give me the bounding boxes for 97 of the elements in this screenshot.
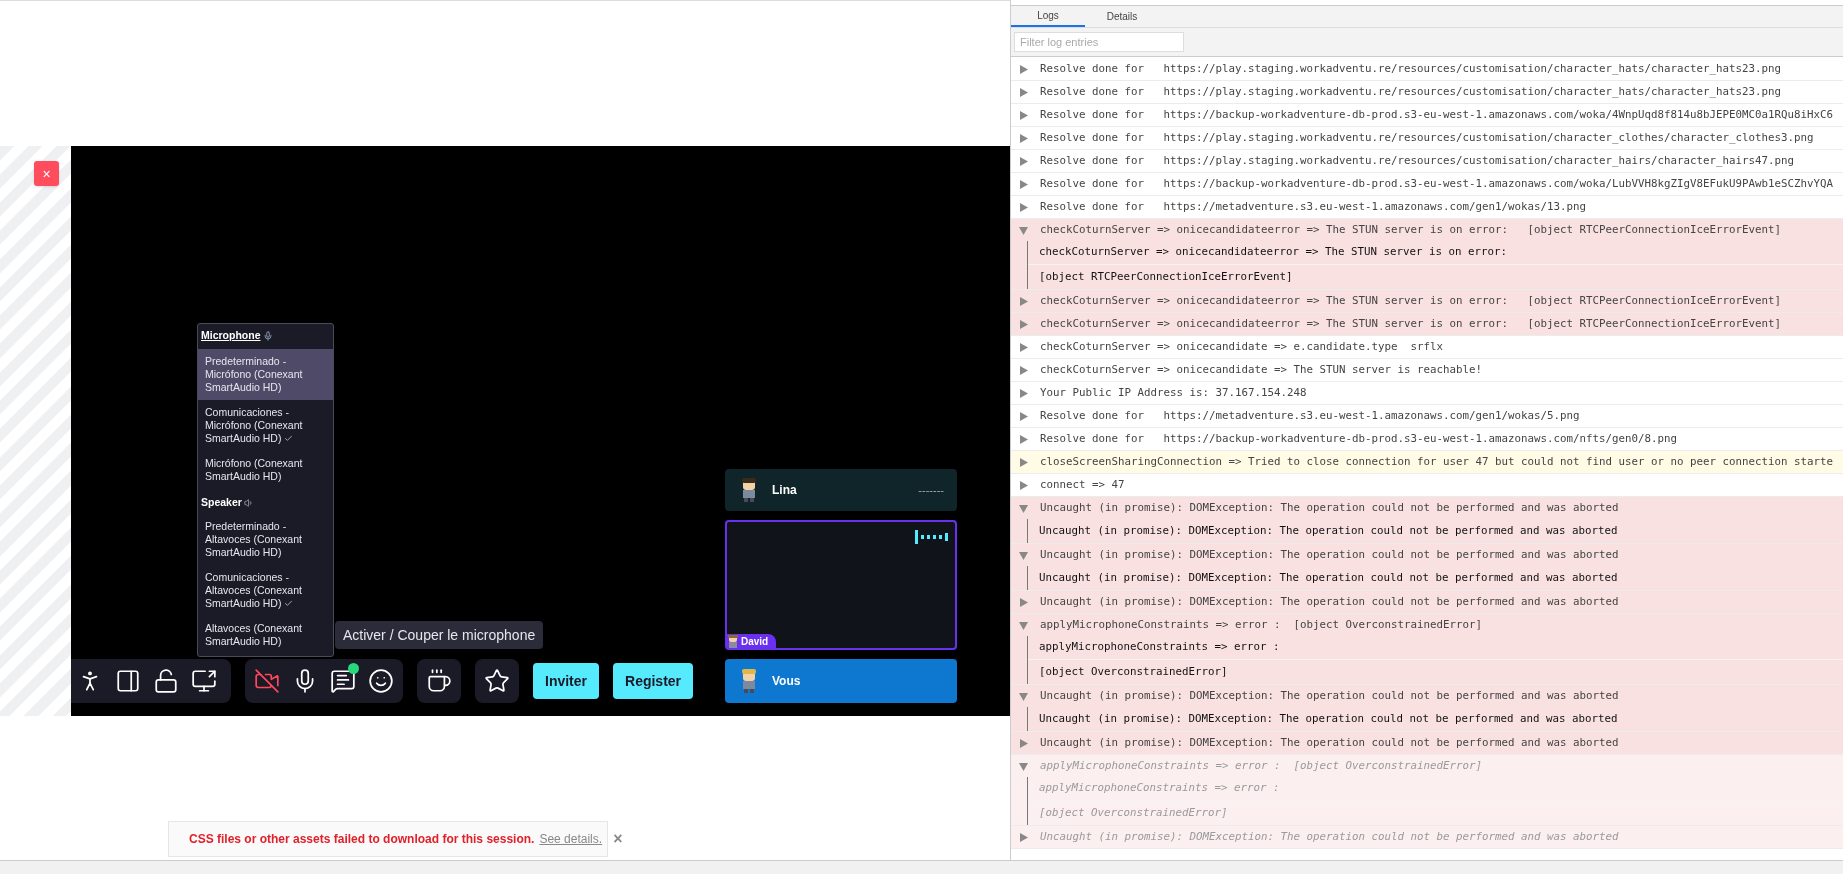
self-name: Vous bbox=[772, 673, 801, 690]
collapsed-arrow-icon[interactable] bbox=[1019, 434, 1028, 444]
log-detail: Uncaught (in promise): DOMException: The operation could not be performed and was aborted bbox=[1039, 522, 1618, 539]
device-option[interactable]: Micrófono (Conexant SmartAudio HD) bbox=[198, 450, 333, 489]
check-icon bbox=[284, 434, 294, 444]
log-message: checkCoturnServer => onicecandidateerror => The STUN server is on error: [object RTCPeerConnectionIceErrorEvent] bbox=[1040, 292, 1782, 309]
collapsed-arrow-icon[interactable] bbox=[1019, 179, 1028, 189]
log-detail: [object OverconstrainedError] bbox=[1039, 663, 1228, 680]
expanded-arrow-icon[interactable] bbox=[1019, 620, 1028, 630]
log-message: connect => 47 bbox=[1040, 476, 1125, 493]
log-detail: [object OverconstrainedError] bbox=[1039, 804, 1228, 821]
log-message: Resolve done for https://play.staging.workadventu.re/resources/customisation/character_hats/character_hats23.png bbox=[1040, 60, 1782, 77]
chat-icon bbox=[330, 668, 356, 694]
log-message: Resolve done for https://play.staging.workadventu.re/resources/customisation/character_hairs/character_hairs47.png bbox=[1040, 152, 1795, 169]
smiley-icon bbox=[368, 668, 394, 694]
log-message: closeScreenSharingConnection => Tried to close connection for user 47 but could not find user or no peer connection starte bbox=[1040, 453, 1834, 470]
log-message: Uncaught (in promise): DOMException: The operation could not be performed and was aborted bbox=[1040, 546, 1619, 563]
log-message: Uncaught (in promise): DOMException: The operation could not be performed and was aborted bbox=[1040, 734, 1619, 751]
log-message: checkCoturnServer => onicecandidateerror => The STUN server is on error: [object RTCPeerConnectionIceErrorEvent] bbox=[1040, 315, 1782, 332]
log-detail: Uncaught (in promise): DOMException: The operation could not be performed and was aborted bbox=[1039, 710, 1618, 727]
collapsed-arrow-icon[interactable] bbox=[1019, 133, 1028, 143]
self-tile[interactable]: Vous bbox=[725, 659, 957, 703]
device-option[interactable]: Predeterminado - Altavoces (Conexant SmartAudio HD) bbox=[198, 513, 333, 565]
log-message: Resolve done for https://backup-workadventure-db-prod.s3-eu-west-1.amazonaws.com/woka/4WnpUqd8f814u8bJEPE0MC0a1RQu8iHxC6 bbox=[1040, 106, 1834, 123]
check-icon bbox=[284, 599, 294, 609]
log-message: Resolve done for https://play.staging.workadventu.re/resources/customisation/character_hats/character_hats23.png bbox=[1040, 83, 1782, 100]
collapsed-arrow-icon[interactable] bbox=[1019, 738, 1028, 748]
collapsed-arrow-icon[interactable] bbox=[1019, 156, 1028, 166]
menu-heading: Microphone bbox=[201, 328, 261, 343]
collapsed-arrow-icon[interactable] bbox=[1019, 342, 1028, 352]
participant-tile[interactable]: Lina ------- bbox=[725, 469, 957, 511]
device-option[interactable]: Comunicaciones - Micrófono (Conexant SmartAudio HD) bbox=[198, 399, 333, 451]
log-detail: applyMicrophoneConstraints => error : bbox=[1039, 639, 1280, 656]
log-message: Resolve done for https://play.staging.workadventu.re/resources/customisation/character_clothes/character_clothes3.png bbox=[1040, 129, 1814, 146]
panel-tab[interactable]: Logs bbox=[1011, 6, 1085, 27]
expanded-arrow-icon[interactable] bbox=[1019, 225, 1028, 235]
device-option[interactable]: Altavoces (Conexant SmartAudio HD) bbox=[198, 615, 333, 654]
device-option[interactable]: Predeterminado - Micrófono (Conexant SmartAudio HD) bbox=[198, 348, 333, 400]
expanded-arrow-icon[interactable] bbox=[1019, 691, 1028, 701]
avatar-icon bbox=[727, 634, 739, 648]
see-details-link[interactable]: See details. bbox=[539, 830, 603, 848]
log-message: checkCoturnServer => onicecandidate => The STUN server is reachable! bbox=[1040, 361, 1483, 378]
log-message: checkCoturnServer => onicecandidateerror => The STUN server is on error: [object RTCPeerConnectionIceErrorEvent] bbox=[1040, 221, 1782, 238]
collapsed-arrow-icon[interactable] bbox=[1019, 388, 1028, 398]
log-message: applyMicrophoneConstraints => error : [object OverconstrainedError] bbox=[1040, 616, 1483, 633]
collapsed-arrow-icon[interactable] bbox=[1019, 296, 1028, 306]
dismiss-button[interactable]: × bbox=[613, 831, 623, 847]
unlock-icon bbox=[153, 668, 179, 694]
layout-icon bbox=[115, 668, 141, 694]
microphone-icon bbox=[262, 330, 273, 341]
collapsed-arrow-icon[interactable] bbox=[1019, 365, 1028, 375]
log-detail: [object RTCPeerConnectionIceErrorEvent] bbox=[1039, 268, 1293, 285]
tooltip: Activer / Couper le microphone bbox=[335, 621, 544, 649]
collapsed-arrow-icon[interactable] bbox=[1019, 319, 1028, 329]
star-icon bbox=[484, 668, 510, 694]
collapsed-arrow-icon[interactable] bbox=[1019, 202, 1028, 212]
collapsed-arrow-icon[interactable] bbox=[1019, 64, 1028, 74]
participant-name: Lina bbox=[772, 482, 797, 499]
collapsed-arrow-icon[interactable] bbox=[1019, 110, 1028, 120]
action-button[interactable]: Inviter bbox=[533, 663, 599, 699]
log-message: Resolve done for https://backup-workadventure-db-prod.s3-eu-west-1.amazonaws.com/woka/LubVVH8kgZIgV8EFukU9PAwb1eSCZhvYQA bbox=[1040, 175, 1834, 192]
action-button[interactable]: Register bbox=[613, 663, 694, 699]
camera-off-icon bbox=[254, 668, 280, 694]
collapsed-arrow-icon[interactable] bbox=[1019, 411, 1028, 421]
log-detail: Uncaught (in promise): DOMException: The operation could not be performed and was aborted bbox=[1039, 569, 1618, 586]
participant-status: ------- bbox=[918, 482, 944, 498]
warning-message: CSS files or other assets failed to download for this session. bbox=[189, 831, 535, 848]
filter-field[interactable]: Filter log entries bbox=[1014, 32, 1184, 52]
log-message: Uncaught (in promise): DOMException: The operation could not be performed and was aborted bbox=[1040, 499, 1619, 516]
speaker-icon bbox=[243, 497, 254, 508]
collapsed-arrow-icon[interactable] bbox=[1019, 87, 1028, 97]
panel-tab[interactable]: Details bbox=[1085, 6, 1159, 27]
log-message: Resolve done for https://metadventure.s3.eu-west-1.amazonaws.com/gen1/wokas/13.png bbox=[1040, 198, 1587, 215]
screen-share-icon bbox=[191, 668, 217, 694]
log-message: Uncaught (in promise): DOMException: The operation could not be performed and was aborted bbox=[1040, 828, 1619, 845]
log-message: Resolve done for https://metadventure.s3.eu-west-1.amazonaws.com/gen1/wokas/5.png bbox=[1040, 407, 1580, 424]
collapsed-arrow-icon[interactable] bbox=[1019, 457, 1028, 467]
collapsed-arrow-icon[interactable] bbox=[1019, 832, 1028, 842]
log-detail: checkCoturnServer => onicecandidateerror => The STUN server is on error: bbox=[1039, 244, 1508, 261]
log-detail: applyMicrophoneConstraints => error : bbox=[1039, 780, 1280, 797]
video-tile[interactable]: David bbox=[725, 520, 957, 650]
expanded-arrow-icon[interactable] bbox=[1019, 550, 1028, 560]
log-message: applyMicrophoneConstraints => error : [object OverconstrainedError] bbox=[1040, 757, 1483, 774]
device-option[interactable]: Comunicaciones - Altavoces (Conexant SmartAudio HD) bbox=[198, 564, 333, 616]
menu-heading: Speaker bbox=[201, 494, 242, 510]
sound-level-icon bbox=[915, 530, 949, 544]
collapsed-arrow-icon[interactable] bbox=[1019, 597, 1028, 607]
expanded-arrow-icon[interactable] bbox=[1019, 761, 1028, 771]
log-message: Resolve done for https://backup-workadventure-db-prod.s3-eu-west-1.amazonaws.com/nfts/gen0/8.png bbox=[1040, 430, 1678, 447]
expanded-arrow-icon[interactable] bbox=[1019, 503, 1028, 513]
log-message: checkCoturnServer => onicecandidate => e.candidate.type srflx bbox=[1040, 338, 1444, 355]
coffee-cup-icon bbox=[426, 668, 452, 694]
collapsed-arrow-icon[interactable] bbox=[1019, 480, 1028, 490]
log-message: Uncaught (in promise): DOMException: The operation could not be performed and was aborted bbox=[1040, 687, 1619, 704]
log-message: Uncaught (in promise): DOMException: The operation could not be performed and was aborted bbox=[1040, 593, 1619, 610]
log-message: Your Public IP Address is: 37.167.154.248 bbox=[1040, 384, 1307, 401]
participant-name: David bbox=[741, 634, 769, 649]
